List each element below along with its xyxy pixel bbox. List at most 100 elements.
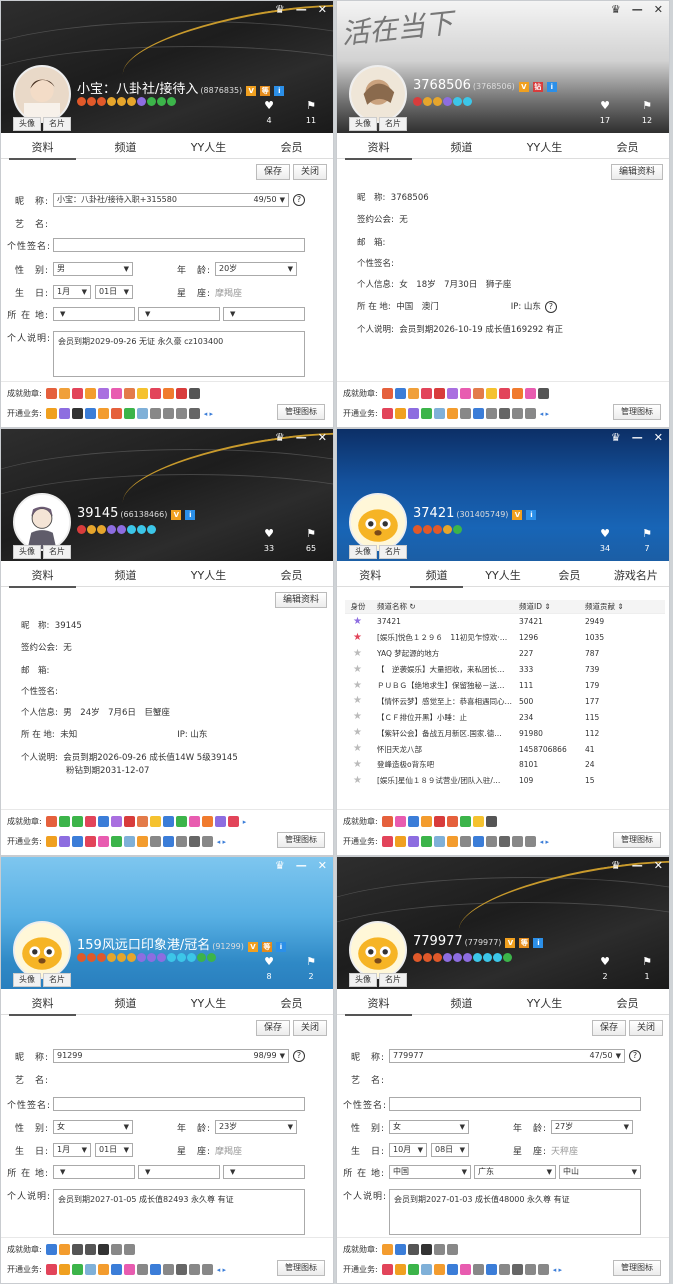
close-button[interactable]: 关闭	[292, 164, 327, 180]
signature-field[interactable]	[53, 238, 305, 252]
tab-member[interactable]: 会员	[536, 567, 602, 586]
table-row[interactable]: ★ ＰＵＢＧ【绝地求生】保留独秘－送… 111 179	[345, 678, 665, 694]
tab-member[interactable]: 会员	[250, 567, 333, 586]
channel-name[interactable]: 【情怀云梦】感觉至上：恭喜相遇同心…	[371, 696, 519, 707]
age-select[interactable]: 23岁	[215, 1120, 297, 1134]
sort-contrib-header[interactable]: 频道贡献 ⇕	[585, 601, 645, 612]
tab-yy-life[interactable]: YY人生	[167, 995, 250, 1014]
month-select[interactable]: 1月	[53, 285, 91, 299]
age-select[interactable]: 20岁	[215, 262, 297, 276]
province-select[interactable]: 广东	[474, 1165, 556, 1179]
avatar[interactable]	[349, 493, 407, 551]
minimize-icon[interactable]: —	[296, 431, 307, 444]
help-icon[interactable]: ?	[629, 1050, 641, 1062]
minimize-icon[interactable]: —	[296, 3, 307, 16]
description-field[interactable]: 会员到期2027-01-03 成长值48000 永久尊 有证	[389, 1189, 641, 1235]
day-select[interactable]: 01日	[95, 1143, 133, 1157]
likes-stat[interactable]: ♥ 17	[597, 100, 613, 125]
tab-channel[interactable]: 频道	[403, 567, 469, 588]
minimize-icon[interactable]: —	[632, 431, 643, 444]
signature-field[interactable]	[389, 1097, 641, 1111]
edit-profile-button[interactable]: 编辑资料	[610, 164, 663, 180]
skin-icon[interactable]: ♛	[611, 3, 621, 16]
city-select[interactable]: 中山	[559, 1165, 641, 1179]
tab-channel[interactable]: 频道	[420, 139, 503, 158]
help-icon[interactable]: ?	[293, 194, 305, 206]
tab-member[interactable]: 会员	[586, 139, 669, 158]
tab-channel[interactable]: 频道	[420, 995, 503, 1014]
tab-yy-life[interactable]: YY人生	[503, 139, 586, 158]
card-button[interactable]: 名片	[43, 545, 71, 559]
avatar-button[interactable]: 头像	[349, 117, 377, 131]
tab-game-card[interactable]: 游戏名片	[603, 567, 669, 586]
tab-member[interactable]: 会员	[586, 995, 669, 1014]
table-row[interactable]: ★ YAQ 梦起源的地方 227 787	[345, 646, 665, 662]
avatar-button[interactable]: 头像	[13, 973, 41, 987]
signature-field[interactable]	[53, 1097, 305, 1111]
tab-member[interactable]: 会员	[250, 139, 333, 158]
country-select[interactable]	[53, 1165, 135, 1179]
scroll-arrow-icon[interactable]: ◂ ▸	[217, 1266, 226, 1274]
close-icon[interactable]: ✕	[318, 859, 327, 872]
card-button[interactable]: 名片	[379, 545, 407, 559]
country-select[interactable]	[53, 307, 135, 321]
skin-icon[interactable]: ♛	[275, 431, 285, 444]
skin-icon[interactable]: ♛	[611, 431, 621, 444]
avatar[interactable]	[349, 921, 407, 979]
edit-profile-button[interactable]: 编辑资料	[274, 592, 327, 608]
scroll-arrow-icon[interactable]: ◂ ▸	[204, 410, 213, 418]
scroll-arrow-icon[interactable]: ◂ ▸	[217, 838, 226, 846]
province-select[interactable]	[138, 1165, 220, 1179]
month-select[interactable]: 10月	[389, 1143, 427, 1157]
channel-name[interactable]: YAQ 梦起源的地方	[371, 648, 519, 659]
manage-icons-button[interactable]: 管理图标	[277, 404, 325, 420]
avatar-button[interactable]: 头像	[13, 117, 41, 131]
table-row[interactable]: ★ 怀旧天龙八部 1458706866 41	[345, 741, 665, 757]
channel-name[interactable]: 登峰造极o背东吧	[371, 759, 519, 770]
minimize-icon[interactable]: —	[296, 859, 307, 872]
table-row[interactable]: ★ 37421 37421 2949	[345, 614, 665, 630]
description-field[interactable]: 会员到期2027-01-05 成长值82493 永久尊 有证	[53, 1189, 305, 1235]
nickname-field[interactable]: 小宝：八卦社/接待入职+315580 49/50	[53, 193, 289, 207]
avatar[interactable]	[349, 65, 407, 123]
card-button[interactable]: 名片	[43, 117, 71, 131]
close-icon[interactable]: ✕	[654, 859, 663, 872]
card-button[interactable]: 名片	[43, 973, 71, 987]
province-select[interactable]	[138, 307, 220, 321]
scroll-arrow-icon[interactable]: ◂ ▸	[553, 1266, 562, 1274]
gender-select[interactable]: 男	[53, 262, 133, 276]
city-select[interactable]	[223, 1165, 305, 1179]
tab-info[interactable]: 资料	[337, 567, 403, 586]
likes-stat[interactable]: ♥ 2	[597, 956, 613, 981]
save-button[interactable]: 保存	[255, 164, 290, 180]
tab-yy-life[interactable]: YY人生	[503, 995, 586, 1014]
table-row[interactable]: ★ 【 逆袭娱乐】大量招收，来私团长… 333 739	[345, 662, 665, 678]
close-button[interactable]: 关闭	[628, 1020, 663, 1036]
manage-icons-button[interactable]: 管理图标	[613, 404, 661, 420]
channel-name[interactable]: 怀旧天龙八部	[371, 744, 519, 755]
skin-icon[interactable]: ♛	[275, 859, 285, 872]
day-select[interactable]: 08日	[431, 1143, 469, 1157]
scroll-arrow-icon[interactable]: ▸	[243, 818, 247, 826]
card-button[interactable]: 名片	[379, 973, 407, 987]
refresh-icon[interactable]: ↻	[409, 602, 415, 611]
table-row[interactable]: ★ 【ＣＦ排位开黑】小睡：止 234 115	[345, 709, 665, 725]
fans-stat[interactable]: ⚑ 11	[303, 100, 319, 125]
manage-icons-button[interactable]: 管理图标	[277, 832, 325, 848]
channel-name[interactable]: [娱乐]星仙１８９试营业/团队入驻/…	[371, 775, 519, 786]
avatar-button[interactable]: 头像	[13, 545, 41, 559]
avatar[interactable]	[13, 65, 71, 123]
minimize-icon[interactable]: —	[632, 859, 643, 872]
description-field[interactable]: 会员到期2029-09-26 无证 永久豪 cz103400	[53, 331, 305, 377]
scroll-arrow-icon[interactable]: ◂ ▸	[540, 410, 549, 418]
table-row[interactable]: ★ [娱乐]悦色１２９６ 11初见乍惊欢·… 1296 1035	[345, 630, 665, 646]
close-icon[interactable]: ✕	[654, 431, 663, 444]
channel-name[interactable]: ＰＵＢＧ【绝地求生】保留独秘－送…	[371, 680, 519, 691]
skin-icon[interactable]: ♛	[275, 3, 285, 16]
month-select[interactable]: 1月	[53, 1143, 91, 1157]
table-row[interactable]: ★ [娱乐]星仙１８９试营业/团队入驻/… 109 15	[345, 773, 665, 789]
fans-stat[interactable]: ⚑ 65	[303, 528, 319, 553]
country-select[interactable]: 中国	[389, 1165, 471, 1179]
channel-name[interactable]: 【 逆袭娱乐】大量招收，来私团长…	[371, 664, 519, 675]
avatar-button[interactable]: 头像	[349, 973, 377, 987]
